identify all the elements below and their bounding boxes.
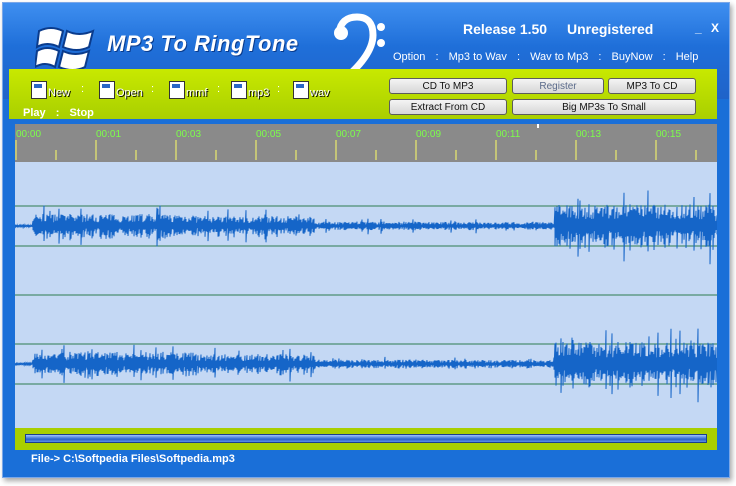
timeline-label: 00:01 [96,129,121,140]
timeline-label: 00:11 [496,129,521,140]
timeline-label: 00:03 [176,129,201,140]
register-button[interactable]: Register [512,78,604,94]
playhead-marker [537,124,539,128]
floppy-disk-icon [169,81,185,99]
open-label: Open [116,87,143,99]
new-file-button[interactable]: New [31,77,70,99]
toolbar-separator: : [151,83,155,95]
release-version: Release 1.50 [463,21,548,37]
menu-separator: : [516,51,521,63]
open-file-button[interactable]: Open [99,77,143,99]
menu-wav-to-mp3[interactable]: Wav to Mp3 [530,51,588,63]
registration-status: Unregistered [566,21,654,37]
file-path-status: File-> C:\Softpedia Files\Softpedia.mp3 [31,453,235,465]
save-mmf-button[interactable]: mmf [169,77,207,99]
mmf-label: mmf [186,87,208,99]
app-title: MP3 To RingTone [107,31,299,56]
mp3-label: mp3 [248,87,270,99]
waveform-display[interactable] [14,162,718,428]
toolbar-separator: : [277,83,281,95]
menu-option[interactable]: Option [393,51,425,63]
app-window: MP3 To RingTone Release 1.50 Unregistere… [2,2,730,478]
right-channel-waveform [14,328,718,403]
stop-button[interactable]: Stop [69,107,93,119]
wav-label: wav [310,87,330,99]
timeline-ruler[interactable]: 00:00 00:01 00:03 00:05 00:07 00:09 00:11 00:13… [15,124,717,163]
new-label: New [48,87,71,99]
timeline-label: 00:00 [16,129,41,140]
menu-mp3-to-wav[interactable]: Mp3 to Wav [449,51,507,63]
folder-open-icon [99,81,115,99]
menu-bar: Option : Mp3 to Wav : Wav to Mp3 : BuyNo… [393,51,698,63]
timeline-label: 00:07 [336,129,361,140]
floppy-disk-icon [293,81,309,99]
extract-from-cd-button[interactable]: Extract From CD [389,99,507,115]
playback-separator: : [55,107,60,119]
menu-help[interactable]: Help [676,51,699,63]
save-mp3-button[interactable]: mp3 [231,77,269,99]
save-wav-button[interactable]: wav [293,77,330,99]
minimize-button[interactable]: _ [695,21,702,35]
floppy-disk-icon [231,81,247,99]
timeline-label: 00:13 [576,129,601,140]
menu-buynow[interactable]: BuyNow [612,51,653,63]
toolbar-separator: : [81,83,85,95]
playback-progress-bar[interactable] [25,434,707,443]
timeline-label: 00:05 [256,129,281,140]
play-button[interactable]: Play [23,107,46,119]
toolbar-panel: New : Open : mmf : mp3 : wav CD To MP3 R… [9,69,717,119]
window-controls: _ X [689,21,719,35]
waveform-svg [14,190,718,403]
windows-logo-icon [35,27,95,69]
toolbar-separator: : [217,83,221,95]
big-mp3s-to-small-button[interactable]: Big MP3s To Small [512,99,696,115]
timeline-label: 00:15 [656,129,681,140]
timeline-svg: 00:00 00:01 00:03 00:05 00:07 00:09 00:11 00:13… [15,124,697,160]
release-info: Release 1.50 Unregistered [463,21,669,37]
close-button[interactable]: X [711,21,719,35]
floppy-disk-icon [31,81,47,99]
left-channel-waveform [14,190,718,265]
cd-to-mp3-button[interactable]: CD To MP3 [389,78,507,94]
menu-separator: : [435,51,439,63]
menu-separator: : [598,51,602,63]
mp3-to-cd-button[interactable]: MP3 To CD [608,78,696,94]
menu-separator: : [662,51,666,63]
progress-strip [15,428,717,450]
timeline-label: 00:09 [416,129,441,140]
playback-controls: Play : Stop [23,107,94,119]
